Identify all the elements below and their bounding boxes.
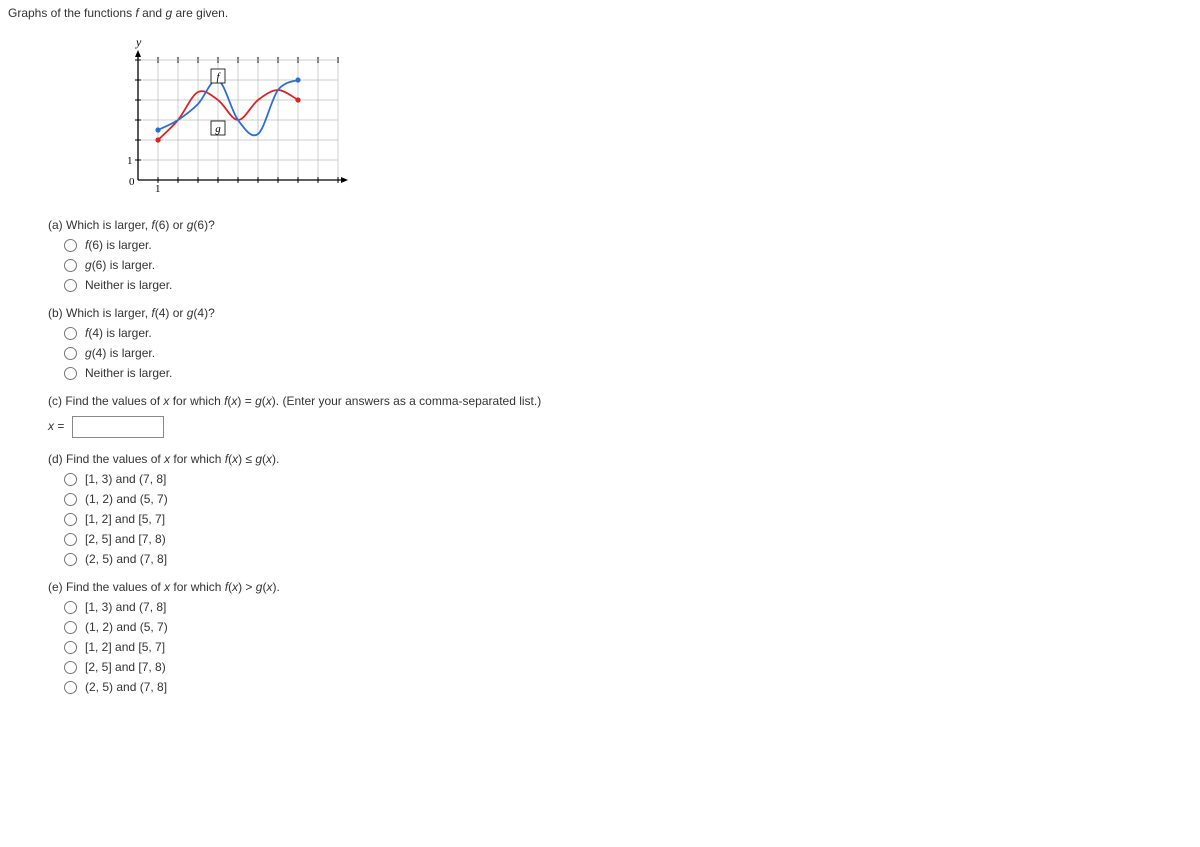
qa-option-3[interactable]: Neither is larger. xyxy=(64,278,1192,292)
question-b-text: (b) Which is larger, f(4) or g(4)? xyxy=(48,306,1192,320)
question-c-text: (c) Find the values of x for which f(x) … xyxy=(48,394,1192,408)
svg-text:g: g xyxy=(215,123,221,135)
qd-radio-3[interactable] xyxy=(64,513,77,526)
qe-option-2[interactable]: (1, 2) and (5, 7) xyxy=(64,620,1192,634)
intro-suf: are given. xyxy=(172,6,228,20)
qd-o4: [2, 5] and [7, 8) xyxy=(85,532,166,546)
qe-radio-5[interactable] xyxy=(64,681,77,694)
qd-pre: (d) Find the values of xyxy=(48,452,164,466)
qe-option-3[interactable]: [1, 2] and [5, 7] xyxy=(64,640,1192,654)
qd-o5: (2, 5) and (7, 8] xyxy=(85,552,167,566)
qe-o5: (2, 5) and (7, 8] xyxy=(85,680,167,694)
qd-option-5[interactable]: (2, 5) and (7, 8] xyxy=(64,552,1192,566)
qa-radio-3[interactable] xyxy=(64,279,77,292)
question-e: (e) Find the values of x for which f(x) … xyxy=(48,580,1192,694)
qa-o1-txt: (6) is larger. xyxy=(88,238,151,252)
qb-option-1[interactable]: f(4) is larger. xyxy=(64,326,1192,340)
question-a: (a) Which is larger, f(6) or g(6)? f(6) … xyxy=(48,218,1192,292)
intro-mid: and xyxy=(139,6,166,20)
qe-m1: for which xyxy=(170,580,225,594)
qd-p2: ) ≤ xyxy=(238,452,255,466)
qd-o2: (1, 2) and (5, 7) xyxy=(85,492,168,506)
graph-svg: 011yxfg xyxy=(118,30,348,200)
qb-garg: (4)? xyxy=(193,306,214,320)
qc-eq: = xyxy=(54,419,68,433)
qe-o2: (1, 2) and (5, 7) xyxy=(85,620,168,634)
graph-area: 011yxfg xyxy=(118,30,1192,200)
qe-option-5[interactable]: (2, 5) and (7, 8] xyxy=(64,680,1192,694)
qd-o1: [1, 3) and (7, 8] xyxy=(85,472,166,486)
qe-pre: (e) Find the values of xyxy=(48,580,164,594)
qa-or: or xyxy=(169,218,186,232)
qa-o2-txt: (6) is larger. xyxy=(92,258,155,272)
qa-option-1[interactable]: f(6) is larger. xyxy=(64,238,1192,252)
qb-option-2[interactable]: g(4) is larger. xyxy=(64,346,1192,360)
svg-text:1: 1 xyxy=(155,183,161,195)
svg-text:0: 0 xyxy=(129,176,135,188)
svg-text:1: 1 xyxy=(127,155,133,167)
qd-radio-5[interactable] xyxy=(64,553,77,566)
qa-o2-fn: g xyxy=(85,258,92,272)
qc-input[interactable] xyxy=(72,416,164,438)
qc-pre: (c) Find the values of xyxy=(48,394,163,408)
question-a-text: (a) Which is larger, f(6) or g(6)? xyxy=(48,218,1192,232)
qa-option-2[interactable]: g(6) is larger. xyxy=(64,258,1192,272)
qd-option-2[interactable]: (1, 2) and (5, 7) xyxy=(64,492,1192,506)
question-c: (c) Find the values of x for which f(x) … xyxy=(48,394,1192,438)
qc-m1: for which xyxy=(169,394,224,408)
qe-radio-4[interactable] xyxy=(64,661,77,674)
qd-m1: for which xyxy=(170,452,225,466)
qa-farg: (6) xyxy=(155,218,170,232)
qa-o3-txt: Neither is larger. xyxy=(85,278,172,292)
qd-option-1[interactable]: [1, 3) and (7, 8] xyxy=(64,472,1192,486)
qd-o3: [1, 2] and [5, 7] xyxy=(85,512,165,526)
qc-p2: ) = xyxy=(237,394,255,408)
question-d-text: (d) Find the values of x for which f(x) … xyxy=(48,452,1192,466)
qb-option-3[interactable]: Neither is larger. xyxy=(64,366,1192,380)
qe-p4: ). xyxy=(272,580,279,594)
qb-or: or xyxy=(169,306,186,320)
svg-text:x: x xyxy=(347,179,348,193)
qa-radio-1[interactable] xyxy=(64,239,77,252)
question-b: (b) Which is larger, f(4) or g(4)? f(4) … xyxy=(48,306,1192,380)
qc-g: g xyxy=(255,394,262,408)
qa-garg: (6)? xyxy=(193,218,214,232)
qe-option-4[interactable]: [2, 5] and [7, 8) xyxy=(64,660,1192,674)
qd-radio-4[interactable] xyxy=(64,533,77,546)
qd-option-3[interactable]: [1, 2] and [5, 7] xyxy=(64,512,1192,526)
svg-text:y: y xyxy=(135,35,142,49)
qb-radio-1[interactable] xyxy=(64,327,77,340)
qe-option-1[interactable]: [1, 3) and (7, 8] xyxy=(64,600,1192,614)
qb-pre: (b) Which is larger, xyxy=(48,306,151,320)
qe-radio-3[interactable] xyxy=(64,641,77,654)
qb-farg: (4) xyxy=(155,306,170,320)
question-d: (d) Find the values of x for which f(x) … xyxy=(48,452,1192,566)
qd-option-4[interactable]: [2, 5] and [7, 8) xyxy=(64,532,1192,546)
qb-o2-fn: g xyxy=(85,346,92,360)
intro-pre: Graphs of the functions xyxy=(8,6,135,20)
qa-radio-2[interactable] xyxy=(64,259,77,272)
qd-radio-1[interactable] xyxy=(64,473,77,486)
qe-o4: [2, 5] and [7, 8) xyxy=(85,660,166,674)
qd-radio-2[interactable] xyxy=(64,493,77,506)
qb-radio-3[interactable] xyxy=(64,367,77,380)
qb-radio-2[interactable] xyxy=(64,347,77,360)
qd-p4: ). xyxy=(272,452,279,466)
qb-o3-txt: Neither is larger. xyxy=(85,366,172,380)
qc-p4: ). (Enter your answers as a comma-separa… xyxy=(272,394,541,408)
intro-text: Graphs of the functions f and g are give… xyxy=(8,6,1192,20)
question-e-text: (e) Find the values of x for which f(x) … xyxy=(48,580,1192,594)
qb-o1-txt: (4) is larger. xyxy=(88,326,151,340)
qe-p2: ) > xyxy=(238,580,256,594)
qe-radio-1[interactable] xyxy=(64,601,77,614)
qe-radio-2[interactable] xyxy=(64,621,77,634)
qa-pre: (a) Which is larger, xyxy=(48,218,151,232)
qb-o2-txt: (4) is larger. xyxy=(92,346,155,360)
qe-o3: [1, 2] and [5, 7] xyxy=(85,640,165,654)
qe-o1: [1, 3) and (7, 8] xyxy=(85,600,166,614)
